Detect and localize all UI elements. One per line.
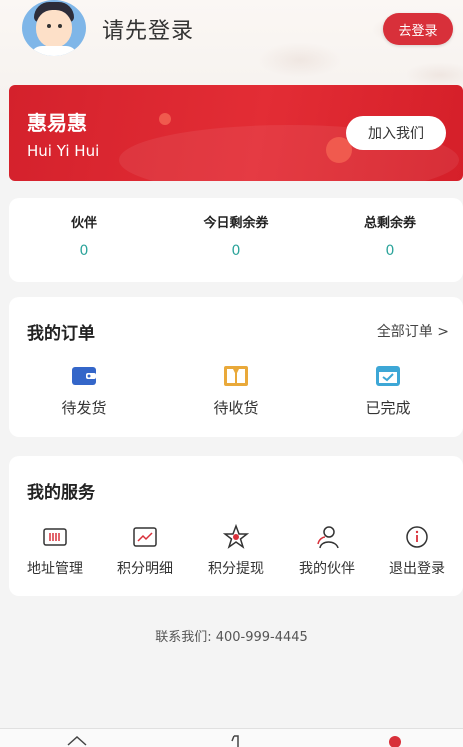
stat-value: 0	[385, 243, 395, 259]
stat-total-coupons[interactable]: 总剩余券 0	[315, 212, 463, 259]
avatar[interactable]	[22, 0, 86, 56]
stat-label: 今日剩余券	[203, 216, 269, 231]
stat-today-coupons[interactable]: 今日剩余券 0	[161, 212, 311, 259]
stat-label: 伙伴	[70, 216, 97, 231]
order-pending-receipt[interactable]: 待收货	[181, 365, 291, 418]
service-points-detail[interactable]: 积分明细	[99, 524, 191, 578]
service-points-withdraw[interactable]: 积分提现	[190, 524, 282, 578]
star-icon	[223, 524, 249, 549]
home-icon[interactable]	[66, 733, 88, 747]
service-logout[interactable]: 退出登录	[371, 524, 463, 578]
info-icon	[406, 526, 428, 548]
service-label: 我的伙伴	[299, 561, 355, 577]
chart-icon	[133, 527, 157, 547]
login-prompt[interactable]: 请先登录	[102, 13, 194, 45]
stats-card: 伙伴 0 今日剩余券 0 总剩余券 0	[9, 198, 463, 282]
orders-title: 我的订单	[27, 324, 95, 344]
banner-title: 惠易惠	[27, 111, 87, 135]
service-label: 积分提现	[208, 561, 264, 577]
login-button[interactable]: 去登录	[383, 13, 453, 45]
address-icon	[43, 528, 67, 546]
order-label: 已完成	[365, 399, 411, 417]
profile-tab-icon[interactable]	[384, 733, 406, 747]
avatar-eye	[47, 24, 51, 28]
join-us-button[interactable]: 加入我们	[346, 116, 446, 150]
service-address[interactable]: 地址管理	[9, 524, 101, 578]
service-label: 地址管理	[27, 561, 83, 577]
partner-icon	[317, 526, 339, 549]
stat-partners[interactable]: 伙伴 0	[9, 212, 159, 259]
package-icon	[224, 366, 248, 386]
services-title: 我的服务	[27, 483, 95, 503]
stat-value: 0	[231, 243, 241, 259]
service-my-partners[interactable]: 我的伙伴	[281, 524, 373, 578]
order-completed[interactable]: 已完成	[333, 365, 443, 418]
order-label: 待收货	[213, 399, 259, 417]
order-pending-shipment[interactable]: 待发货	[29, 365, 139, 418]
profile-header: 请先登录 去登录	[0, 0, 463, 62]
stat-label: 总剩余券	[363, 216, 416, 231]
all-orders-link[interactable]: 全部订单 >	[377, 321, 449, 341]
brand-banner[interactable]: 惠易惠 Hui Yi Hui 加入我们	[9, 85, 463, 181]
services-card: 我的服务 地址管理 积分明细 积分提现 我的伙伴 退出登录	[9, 456, 463, 596]
order-label: 待发货	[61, 399, 107, 417]
service-label: 积分明细	[117, 561, 173, 577]
banner-decoration	[159, 113, 171, 125]
wallet-icon	[72, 367, 96, 385]
contact-info[interactable]: 联系我们: 400-999-4445	[0, 626, 463, 645]
avatar-eye	[58, 24, 62, 28]
category-icon[interactable]	[226, 733, 248, 747]
service-label: 退出登录	[389, 561, 445, 577]
bottom-tab-bar	[0, 728, 463, 747]
stat-value: 0	[79, 243, 89, 259]
avatar-face	[36, 10, 72, 48]
avatar-shirt	[30, 46, 78, 56]
banner-subtitle: Hui Yi Hui	[27, 142, 100, 160]
orders-card: 我的订单 全部订单 > 待发货 待收货 已完成	[9, 297, 463, 437]
completed-icon	[376, 366, 400, 386]
